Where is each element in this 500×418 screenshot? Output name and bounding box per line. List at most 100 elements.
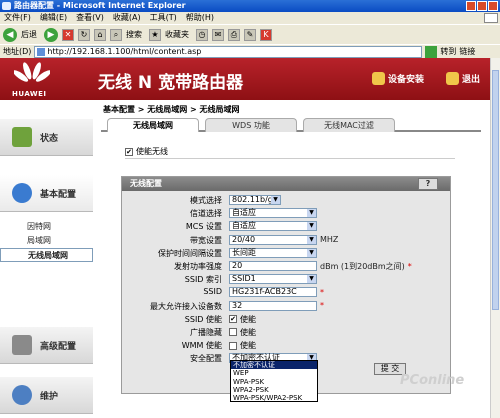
security-option[interactable]: WPA-PSK: [231, 378, 317, 386]
basic-config-icon: [12, 183, 32, 203]
maximize-icon[interactable]: [477, 1, 487, 11]
exit-button[interactable]: 退出: [446, 72, 480, 85]
back-icon[interactable]: ◀: [3, 27, 17, 42]
security-option[interactable]: 不加密不认证: [231, 361, 317, 370]
breadcrumb: 基本配置 > 无线局域网 > 无线局域网: [103, 105, 240, 114]
search-button-label[interactable]: 搜索: [126, 29, 142, 40]
back-button-label[interactable]: 后退: [21, 29, 37, 40]
nav-maintenance[interactable]: 维护: [0, 376, 93, 414]
go-button[interactable]: 转到: [440, 46, 456, 57]
ssid-label: SSID: [203, 287, 222, 297]
device-install-button[interactable]: 设备安装: [372, 72, 424, 85]
bandwidth-select[interactable]: 20/40 ▼: [229, 234, 317, 245]
security-label: 安全配置: [190, 354, 222, 364]
device-install-icon: [372, 72, 385, 85]
product-title: 无线 N 宽带路由器: [98, 73, 244, 93]
wmm-checkbox[interactable]: [229, 341, 237, 350]
chevron-down-icon: ▼: [271, 196, 280, 204]
refresh-icon[interactable]: ↻: [78, 28, 90, 41]
nav-basic-config-label: 基本配置: [40, 189, 77, 200]
print-icon[interactable]: ⎙: [228, 28, 240, 41]
security-option[interactable]: WPA-PSK/WPA2-PSK: [231, 394, 317, 402]
subnav-internet[interactable]: 因特网: [0, 220, 93, 234]
mode-select[interactable]: 802.11b/g/n ▼: [229, 195, 281, 205]
tx-power-input[interactable]: 20: [229, 261, 317, 272]
tab-wlan[interactable]: 无线局域网: [107, 118, 199, 132]
wmm-label: WMM 使能: [181, 341, 222, 351]
ssid-index-label: SSID 索引: [184, 275, 222, 285]
nav-status[interactable]: 状态: [0, 118, 93, 156]
ssid-index-select[interactable]: SSID1 ▼: [229, 274, 317, 285]
ssid-enable-text: 使能: [240, 314, 256, 324]
security-option[interactable]: WPA2-PSK: [231, 386, 317, 394]
max-users-input[interactable]: 32: [229, 300, 317, 311]
menu-help[interactable]: 帮助(H): [186, 12, 214, 24]
scrollbar-thumb[interactable]: [492, 70, 499, 310]
ssid-enable-checkbox[interactable]: ✔: [229, 315, 237, 324]
search-icon[interactable]: ⌕: [110, 28, 122, 41]
maintenance-icon: [12, 385, 32, 405]
favorites-button-label[interactable]: 收藏夹: [165, 29, 189, 40]
tab-mac-filter[interactable]: 无线MAC过滤: [303, 118, 395, 132]
forward-icon[interactable]: ▶: [44, 27, 58, 42]
subnav-lan[interactable]: 局域网: [0, 234, 93, 248]
address-url: http://192.168.1.100/html/content.asp: [47, 46, 202, 56]
menu-tools[interactable]: 工具(T): [150, 12, 177, 24]
device-install-label: 设备安装: [388, 75, 425, 85]
tx-power-unit: dBm (1到20dBm之间): [320, 261, 405, 271]
wireless-form: 模式选择 802.11b/g/n ▼ 信道选择 自适应 ▼ MCS 设置 自适应 ▼ …: [122, 194, 452, 365]
nav-maintenance-label: 维护: [40, 391, 59, 402]
tx-power-label: 发射功率强度: [174, 261, 222, 271]
ssid-input[interactable]: HG231f-ACB23C: [229, 287, 317, 298]
enable-wireless-checkbox[interactable]: ✔: [125, 147, 133, 156]
home-icon[interactable]: ⌂: [94, 28, 106, 41]
vertical-scrollbar[interactable]: [490, 58, 500, 418]
advanced-config-icon: [12, 335, 32, 355]
status-icon: [12, 127, 32, 147]
chevron-down-icon: ▼: [307, 248, 316, 257]
menu-file[interactable]: 文件(F): [4, 12, 31, 24]
tab-wds[interactable]: WDS 功能: [205, 118, 297, 132]
favorites-icon[interactable]: ★: [149, 28, 161, 41]
divider: [125, 158, 455, 159]
chevron-down-icon: ▼: [307, 235, 316, 244]
menu-view[interactable]: 查看(V): [76, 12, 104, 24]
history-icon[interactable]: ◷: [196, 28, 208, 41]
mcs-select[interactable]: 自适应 ▼: [229, 221, 317, 232]
edit-icon[interactable]: ✎: [244, 28, 256, 41]
menu-bar: 文件(F) 编辑(E) 查看(V) 收藏(A) 工具(T) 帮助(H): [0, 12, 500, 24]
channel-select[interactable]: 自适应 ▼: [229, 208, 317, 219]
menu-favorites[interactable]: 收藏(A): [113, 12, 141, 24]
exit-icon: [446, 72, 459, 85]
ie-icon: [2, 2, 11, 10]
exit-label: 退出: [462, 75, 481, 85]
left-nav: 状态 基本配置 因特网 局域网 无线局域网 高级配置 维护: [0, 100, 93, 418]
nav-basic-config[interactable]: 基本配置: [0, 174, 93, 212]
guard-interval-select[interactable]: 长间距 ▼: [229, 247, 317, 258]
mail-icon[interactable]: ✉: [212, 28, 224, 41]
broadcast-hide-checkbox[interactable]: [229, 328, 237, 337]
menu-edit[interactable]: 编辑(E): [40, 12, 67, 24]
go-icon[interactable]: [425, 45, 438, 58]
nav-advanced-config-label: 高级配置: [40, 341, 77, 352]
chevron-down-icon: ▼: [307, 275, 316, 284]
extension-icon[interactable]: K: [260, 28, 272, 41]
tab-bar: 无线局域网 WDS 功能 无线MAC过滤: [101, 118, 481, 132]
stop-icon[interactable]: ✕: [62, 28, 74, 41]
panel-header: 无线配置 ?: [122, 177, 450, 191]
close-icon[interactable]: [488, 1, 498, 11]
logo-text: HUAWEI: [12, 90, 47, 98]
chevron-down-icon: ▼: [307, 222, 316, 231]
address-input[interactable]: http://192.168.1.100/html/content.asp: [34, 45, 423, 58]
nav-advanced-config[interactable]: 高级配置: [0, 326, 93, 364]
address-bar: 地址(D) http://192.168.1.100/html/content.…: [0, 44, 500, 58]
guard-interval-label: 保护时间间隔设置: [158, 248, 222, 258]
help-button[interactable]: ?: [418, 178, 438, 190]
router-header: HUAWEI 无线 N 宽带路由器 设备安装 退出: [0, 58, 490, 100]
security-option[interactable]: WEP: [231, 369, 317, 377]
minimize-icon[interactable]: [466, 1, 476, 11]
mcs-label: MCS 设置: [185, 222, 222, 232]
links-button[interactable]: 链接: [459, 46, 475, 57]
ssid-enable-label: SSID 使能: [184, 314, 222, 324]
subnav-wlan[interactable]: 无线局域网: [0, 248, 93, 262]
